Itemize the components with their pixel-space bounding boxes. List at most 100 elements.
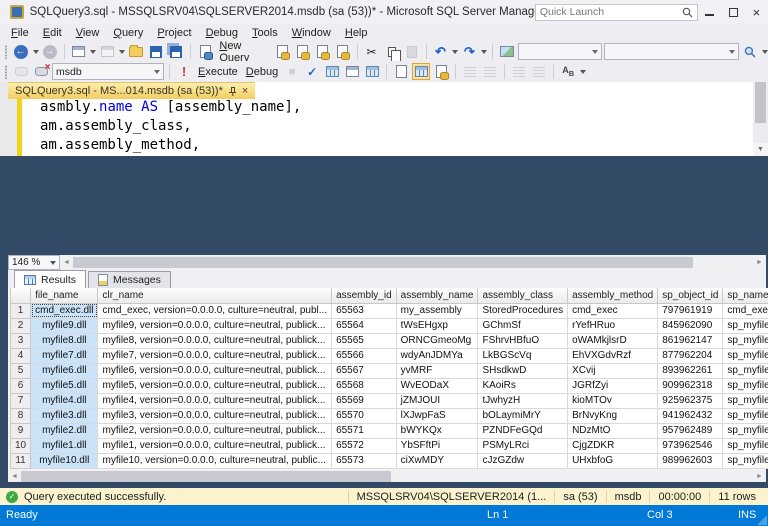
grid-cell[interactable]: cJzGZdw: [478, 453, 568, 468]
grid-cell[interactable]: myfile8, version=0.0.0.0, culture=neutra…: [98, 333, 332, 348]
quick-launch-input[interactable]: [540, 6, 682, 18]
parse-button[interactable]: ✓: [303, 63, 321, 80]
grid-cell[interactable]: 797961919: [658, 303, 723, 318]
grid-cell[interactable]: sp_myfile7: [723, 348, 768, 363]
grid-cell[interactable]: UHxbfoG: [568, 453, 658, 468]
grid-cell[interactable]: kioMTOv: [568, 393, 658, 408]
grid-cell[interactable]: wdyAnJDMYa: [396, 348, 478, 363]
grid-cell[interactable]: myfile5.dll: [31, 378, 98, 393]
grid-cell[interactable]: tWsEHgxp: [396, 318, 478, 333]
grid-cell[interactable]: myfile4, version=0.0.0.0, culture=neutra…: [98, 393, 332, 408]
menu-project[interactable]: Project: [150, 25, 198, 41]
toolbar-combo-2[interactable]: [604, 43, 739, 60]
grid-cell[interactable]: 65572: [332, 438, 397, 453]
undo-caret[interactable]: [452, 50, 458, 54]
grid-horizontal-scrollbar[interactable]: ◄ ►: [8, 470, 766, 482]
copy-button[interactable]: [383, 43, 401, 60]
row-number[interactable]: 1: [11, 303, 31, 318]
grid-cell[interactable]: sp_myfile3: [723, 408, 768, 423]
scroll-down-icon[interactable]: ▼: [753, 143, 768, 156]
quick-launch-box[interactable]: [535, 4, 698, 21]
open-file-button[interactable]: [127, 43, 145, 60]
grid-cell[interactable]: rYefHRuo: [568, 318, 658, 333]
available-databases-combo[interactable]: msdb: [52, 63, 164, 80]
code-line[interactable]: asmbly.name AS [assembly_name],: [40, 98, 753, 117]
minimize-button[interactable]: [698, 0, 721, 24]
results-to-grid-button[interactable]: [412, 63, 430, 80]
row-number[interactable]: 5: [11, 363, 31, 378]
scroll-left-icon[interactable]: ◄: [60, 259, 73, 266]
back-dropdown-caret[interactable]: [33, 50, 39, 54]
toolbar-overflow-caret[interactable]: [580, 70, 586, 74]
grid-cell[interactable]: 65573: [332, 453, 397, 468]
tab-results[interactable]: Results: [14, 270, 86, 288]
grid-cell[interactable]: myfile1, version=0.0.0.0, culture=neutra…: [98, 438, 332, 453]
grid-cell[interactable]: myfile10.dll: [31, 453, 98, 468]
activity-monitor-button[interactable]: [498, 43, 516, 60]
redo-caret[interactable]: [481, 50, 487, 54]
debug-button[interactable]: Debug: [243, 66, 281, 78]
grid-cell[interactable]: SHsdkwD: [478, 363, 568, 378]
row-number[interactable]: 9: [11, 423, 31, 438]
grid-cell[interactable]: 65568: [332, 378, 397, 393]
grid-cell[interactable]: myfile1.dll: [31, 438, 98, 453]
grid-cell[interactable]: tJwhyzH: [478, 393, 568, 408]
grid-cell[interactable]: YbSFftPi: [396, 438, 478, 453]
grid-cell[interactable]: 909962318: [658, 378, 723, 393]
grid-cell[interactable]: 65569: [332, 393, 397, 408]
tab-messages[interactable]: Messages: [88, 271, 171, 288]
column-header-clr_name[interactable]: clr_name: [98, 288, 332, 303]
results-grid[interactable]: file_nameclr_nameassembly_idassembly_nam…: [10, 288, 768, 469]
grid-cell[interactable]: FShrvHBfuO: [478, 333, 568, 348]
execute-button[interactable]: !: [175, 63, 193, 80]
results-to-file-button[interactable]: [432, 63, 450, 80]
pin-icon[interactable]: [228, 87, 237, 96]
display-estimated-plan-button[interactable]: [323, 63, 341, 80]
row-number[interactable]: 6: [11, 378, 31, 393]
column-header-assembly_class[interactable]: assembly_class: [478, 288, 568, 303]
row-number[interactable]: 8: [11, 408, 31, 423]
grid-cell[interactable]: myfile6.dll: [31, 363, 98, 378]
grid-cell[interactable]: 973962546: [658, 438, 723, 453]
grid-cell[interactable]: NDzMtO: [568, 423, 658, 438]
add-item-caret[interactable]: [119, 50, 125, 54]
increase-indent-button[interactable]: [530, 63, 548, 80]
editor-horizontal-scrollbar[interactable]: ◄ ►: [60, 255, 766, 270]
analysis-mdx-query-button[interactable]: [294, 43, 312, 60]
row-number[interactable]: 3: [11, 333, 31, 348]
new-query-button[interactable]: [196, 43, 214, 60]
toolbar-grip[interactable]: [4, 45, 8, 59]
grid-cell[interactable]: 65570: [332, 408, 397, 423]
grid-cell[interactable]: bOLaymiMrY: [478, 408, 568, 423]
row-number[interactable]: 2: [11, 318, 31, 333]
grid-cell[interactable]: myfile7.dll: [31, 348, 98, 363]
grid-cell[interactable]: WvEODaX: [396, 378, 478, 393]
scroll-left-icon[interactable]: ◄: [8, 473, 21, 480]
column-header-assembly_method[interactable]: assembly_method: [568, 288, 658, 303]
grid-cell[interactable]: 65565: [332, 333, 397, 348]
code-line[interactable]: am.assembly_class,: [40, 117, 753, 136]
scrollbar-thumb[interactable]: [73, 257, 693, 268]
redo-button[interactable]: ↷: [460, 43, 478, 60]
database-engine-query-button[interactable]: [274, 43, 292, 60]
scrollbar-thumb[interactable]: [21, 471, 391, 482]
grid-cell[interactable]: lXJwpFaS: [396, 408, 478, 423]
grid-cell[interactable]: 893962261: [658, 363, 723, 378]
grid-cell[interactable]: myfile2.dll: [31, 423, 98, 438]
corner-header[interactable]: [11, 288, 31, 303]
grid-cell[interactable]: StoredProcedures: [478, 303, 568, 318]
new-project-button[interactable]: [69, 43, 87, 60]
grid-cell[interactable]: myfile10, version=0.0.0.0, culture=neutr…: [98, 453, 332, 468]
grid-cell[interactable]: myfile7, version=0.0.0.0, culture=neutra…: [98, 348, 332, 363]
zoom-control[interactable]: 146 %: [8, 255, 60, 270]
navigate-back-button[interactable]: ←: [12, 43, 30, 60]
grid-cell[interactable]: yvMRF: [396, 363, 478, 378]
grid-cell[interactable]: EhVXGdvRzf: [568, 348, 658, 363]
grid-cell[interactable]: ORNCGmeoMg: [396, 333, 478, 348]
grid-cell[interactable]: sp_myfile4: [723, 393, 768, 408]
grid-cell[interactable]: cmd_exec: [568, 303, 658, 318]
menu-help[interactable]: Help: [338, 25, 375, 41]
grid-cell[interactable]: 65567: [332, 363, 397, 378]
grid-cell[interactable]: BrNvyKng: [568, 408, 658, 423]
column-header-file_name[interactable]: file_name: [31, 288, 98, 303]
